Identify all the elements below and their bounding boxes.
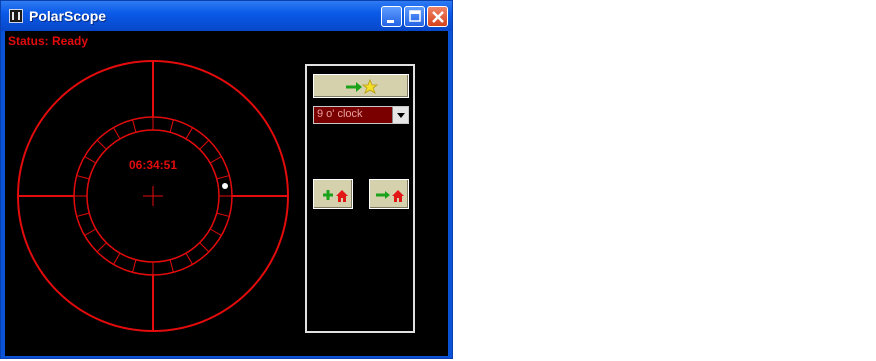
title-bar[interactable]: PolarScope: [1, 1, 452, 31]
close-button[interactable]: [427, 6, 448, 27]
polaris-marker[interactable]: [222, 183, 228, 189]
minimize-icon: [387, 20, 394, 23]
hour-select-value: 9 o' clock: [317, 108, 363, 120]
control-panel: 9 o' clock: [305, 64, 415, 333]
add-home-button[interactable]: [313, 179, 353, 209]
plus-home-icon: [323, 190, 348, 202]
goto-star-button[interactable]: [313, 74, 409, 98]
minimize-button[interactable]: [381, 6, 402, 27]
polar-scope-reticle: 06:34:51: [17, 60, 289, 332]
maximize-icon: [409, 10, 421, 22]
maximize-button[interactable]: [404, 6, 425, 27]
scope-time: 06:34:51: [129, 158, 177, 172]
window-title: PolarScope: [29, 8, 107, 24]
arrow-to-star-icon: [346, 78, 379, 94]
chevron-down-icon[interactable]: [392, 107, 408, 123]
arrow-to-home-icon: [376, 190, 404, 202]
close-icon: [432, 11, 444, 23]
goto-home-button[interactable]: [369, 179, 409, 209]
app-icon[interactable]: [9, 9, 23, 23]
hour-select[interactable]: 9 o' clock: [313, 106, 409, 124]
polarscope-window: PolarScope Status: Ready 06:34:51 9 o' c…: [0, 0, 453, 359]
client-area: Status: Ready 06:34:51 9 o' clock: [5, 31, 448, 356]
